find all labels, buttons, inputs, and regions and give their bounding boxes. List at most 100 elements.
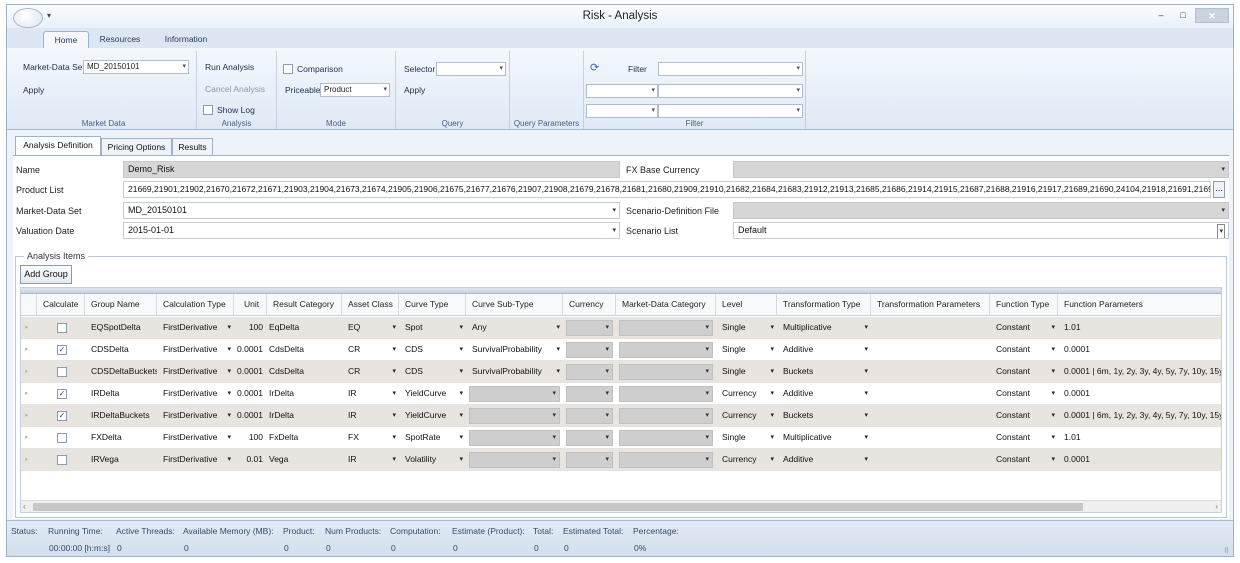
calculate-checkbox[interactable] (57, 455, 67, 465)
group-name-cell[interactable]: FXDelta (91, 427, 157, 449)
currency-select[interactable]: ▾ (566, 408, 613, 424)
calculate-checkbox[interactable] (57, 323, 67, 333)
close-icon[interactable]: ✕ (1195, 8, 1229, 23)
group-name-cell[interactable]: CDSDelta (91, 339, 157, 361)
scroll-left-icon[interactable]: ‹ (23, 501, 26, 512)
group-name-cell[interactable]: IRDeltaBuckets (91, 405, 157, 427)
function-type-select[interactable]: Constant ▾ (996, 449, 1058, 471)
curve-subtype-select[interactable]: ▾ (469, 452, 560, 468)
calculate-checkbox[interactable]: ✓ (57, 389, 67, 399)
transformation-type-select[interactable]: Additive ▾ (783, 449, 871, 471)
minimize-icon[interactable]: – (1151, 8, 1171, 23)
asset-class-select[interactable]: CR ▾ (348, 361, 399, 383)
ribbon-tab-information[interactable]: Information (157, 31, 215, 48)
table-row[interactable]: ▸ FXDelta FirstDerivative ▾ 100 FxDelta FX ▾ Spo… (21, 427, 1221, 449)
column-header[interactable]: Function Parameters (1058, 294, 1221, 316)
market-data-category-select[interactable]: ▾ (619, 320, 713, 336)
calculation-type-select[interactable]: FirstDerivative ▾ (163, 339, 234, 361)
calculate-checkbox[interactable]: ✓ (57, 411, 67, 421)
transformation-type-select[interactable]: Multiplicative ▾ (783, 427, 871, 449)
curve-subtype-select[interactable]: SurvivalProbability ▾ (472, 339, 563, 361)
scroll-right-icon[interactable]: › (1215, 501, 1218, 512)
scenario-definition-file-select[interactable]: ▾ (733, 202, 1229, 219)
column-header[interactable]: Curve Type (399, 294, 466, 316)
transformation-type-select[interactable]: Buckets ▾ (783, 361, 871, 383)
column-header[interactable]: Calculate (37, 294, 85, 316)
run-analysis-button[interactable]: Run Analysis (205, 62, 254, 72)
group-name-cell[interactable]: EQSpotDelta (91, 317, 157, 339)
level-select[interactable]: Single ▾ (722, 317, 777, 339)
unit-cell[interactable]: 0.0001 (234, 339, 267, 361)
asset-class-select[interactable]: CR ▾ (348, 339, 399, 361)
function-parameters-cell[interactable]: 0.0001 (1064, 449, 1221, 471)
comparison-checkbox[interactable] (283, 64, 293, 74)
calculation-type-select[interactable]: FirstDerivative ▾ (163, 317, 234, 339)
curve-type-select[interactable]: YieldCurve ▾ (405, 405, 466, 427)
market-data-set-select[interactable]: MD_20150101 ▾ (123, 202, 620, 219)
function-parameters-cell[interactable]: 0.0001 | 6m, 1y, 2y, 3y, 4y, 5y, 7y, 10y… (1064, 361, 1221, 383)
unit-cell[interactable]: 0.0001 (234, 405, 267, 427)
level-select[interactable]: Single ▾ (722, 339, 777, 361)
priceable-select[interactable]: Product ▾ (320, 83, 390, 97)
transformation-type-select[interactable]: Buckets ▾ (783, 405, 871, 427)
asset-class-select[interactable]: EQ ▾ (348, 317, 399, 339)
market-data-category-select[interactable]: ▾ (619, 364, 713, 380)
product-list-browse-button[interactable]: ... (1213, 181, 1225, 198)
level-select[interactable]: Currency ▾ (722, 383, 777, 405)
tab-pricing-options[interactable]: Pricing Options (101, 138, 172, 156)
curve-type-select[interactable]: SpotRate ▾ (405, 427, 466, 449)
table-row[interactable]: ▸ CDSDeltaBuckets FirstDerivative ▾ 0.0001 Cd… (21, 361, 1221, 383)
result-category-cell[interactable]: IrDelta (269, 405, 342, 427)
function-parameters-cell[interactable]: 1.01 (1064, 427, 1221, 449)
function-type-select[interactable]: Constant ▾ (996, 427, 1058, 449)
group-name-cell[interactable]: IRVega (91, 449, 157, 471)
function-type-select[interactable]: Constant ▾ (996, 317, 1058, 339)
valuation-date-picker[interactable]: 2015-01-01 ▾ (123, 222, 620, 239)
curve-subtype-select[interactable]: SurvivalProbability ▾ (472, 361, 563, 383)
market-data-category-select[interactable]: ▾ (619, 408, 713, 424)
transformation-parameters-cell[interactable] (877, 383, 990, 405)
calculate-checkbox[interactable] (57, 367, 67, 377)
transformation-type-select[interactable]: Multiplicative ▾ (783, 317, 871, 339)
column-header[interactable]: Unit (234, 294, 267, 316)
filter-field-select-3[interactable]: ▾ (586, 104, 658, 118)
result-category-cell[interactable]: CdsDelta (269, 361, 342, 383)
show-log-checkbox[interactable] (203, 105, 213, 115)
table-row[interactable]: ▸ ✓ IRDeltaBuckets FirstDerivative ▾ 0.0001 Ir… (21, 405, 1221, 427)
curve-type-select[interactable]: CDS ▾ (405, 361, 466, 383)
currency-select[interactable]: ▾ (566, 320, 613, 336)
column-header[interactable]: Transformation Type (777, 294, 871, 316)
transformation-parameters-cell[interactable] (877, 405, 990, 427)
column-header[interactable]: Curve Sub-Type (466, 294, 563, 316)
column-header[interactable]: Market-Data Category (616, 294, 716, 316)
calculation-type-select[interactable]: FirstDerivative ▾ (163, 449, 234, 471)
unit-cell[interactable]: 100 (234, 427, 267, 449)
result-category-cell[interactable]: Vega (269, 449, 342, 471)
level-select[interactable]: Currency ▾ (722, 405, 777, 427)
filter-field-select-2[interactable]: ▾ (586, 84, 658, 98)
calculation-type-select[interactable]: FirstDerivative ▾ (163, 427, 234, 449)
column-header[interactable]: Asset Class (342, 294, 399, 316)
market-data-category-select[interactable]: ▾ (619, 452, 713, 468)
calculation-type-select[interactable]: FirstDerivative ▾ (163, 405, 234, 427)
function-parameters-cell[interactable]: 0.0001 (1064, 383, 1221, 405)
column-header[interactable]: Level (716, 294, 777, 316)
level-select[interactable]: Single ▾ (722, 427, 777, 449)
product-list-field[interactable]: 21669,21901,21902,21670,21672,21671,2190… (123, 181, 1211, 198)
resize-grip-icon[interactable]: ⠿ (1224, 547, 1229, 555)
column-header[interactable]: Transformation Parameters (871, 294, 990, 316)
transformation-parameters-cell[interactable] (877, 427, 990, 449)
curve-type-select[interactable]: Spot ▾ (405, 317, 466, 339)
function-parameters-cell[interactable]: 0.0001 (1064, 339, 1221, 361)
asset-class-select[interactable]: IR ▾ (348, 449, 399, 471)
result-category-cell[interactable]: IrDelta (269, 383, 342, 405)
currency-select[interactable]: ▾ (566, 342, 613, 358)
cancel-analysis-button[interactable]: Cancel Analysis (205, 84, 265, 94)
add-group-button[interactable]: Add Group (20, 265, 72, 284)
curve-subtype-select[interactable]: ▾ (469, 386, 560, 402)
horizontal-scrollbar[interactable]: ‹ › (21, 500, 1221, 512)
function-type-select[interactable]: Constant ▾ (996, 339, 1058, 361)
unit-cell[interactable]: 0.0001 (234, 383, 267, 405)
asset-class-select[interactable]: FX ▾ (348, 427, 399, 449)
market-data-category-select[interactable]: ▾ (619, 430, 713, 446)
